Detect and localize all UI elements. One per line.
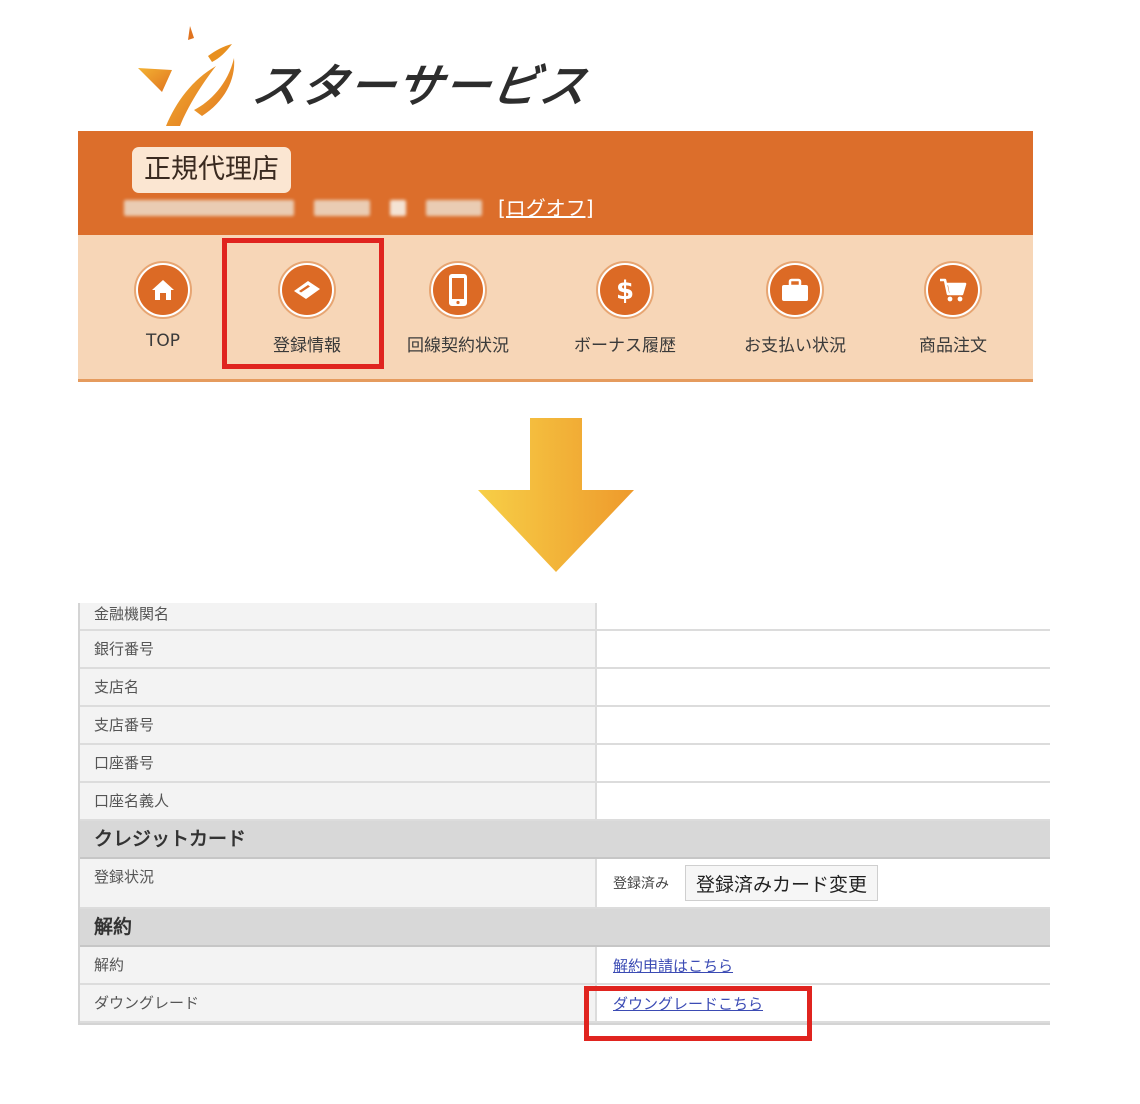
cancellation-request-link[interactable]: 解約申請はこちら (613, 955, 733, 976)
row-value-cancellation: 解約申請はこちら (597, 947, 1050, 983)
redacted-user-code (390, 200, 406, 216)
table-row: 支店名 (80, 669, 1050, 707)
nav-icon-frame (429, 261, 487, 319)
header-band: 正規代理店 [ログオフ] (78, 131, 1033, 235)
row-label-account-number: 口座番号 (80, 745, 597, 781)
registration-info-table: 金融機関名 銀行番号 支店名 支店番号 口座番号 口座名義人 クレジットカード … (78, 603, 1050, 1025)
nav-label-bonus-history: ボーナス履歴 (574, 336, 676, 356)
row-label-downgrade: ダウングレード (80, 985, 597, 1021)
nav-label-top: TOP (145, 331, 181, 351)
nav-icon-frame (134, 261, 192, 319)
nav-icon-frame: $ (596, 261, 654, 319)
row-value-branch-number (597, 707, 1050, 743)
row-label-bank-name: 金融機関名 (80, 603, 597, 629)
row-value-bank-number (597, 631, 1050, 667)
table-row: 解約 解約申請はこちら (80, 947, 1050, 985)
home-icon (152, 280, 174, 300)
row-value-registration-status: 登録済み 登録済みカード変更 (597, 859, 1050, 907)
table-row: 口座名義人 (80, 783, 1050, 821)
cart-icon (940, 278, 967, 302)
row-value-branch-name (597, 669, 1050, 705)
row-label-branch-number: 支店番号 (80, 707, 597, 743)
smartphone-icon (449, 274, 467, 306)
table-row: ダウングレード ダウングレードこちら (80, 985, 1050, 1023)
dollar-icon: $ (616, 276, 634, 305)
row-value-bank-name (597, 603, 1050, 629)
row-value-account-number (597, 745, 1050, 781)
row-value-account-holder (597, 783, 1050, 819)
registration-status-text: 登録済み (613, 876, 669, 892)
agency-badge: 正規代理店 (132, 147, 291, 193)
svg-text:$: $ (616, 276, 634, 305)
nav-item-payment-status[interactable]: お支払い状況 (720, 235, 870, 382)
redacted-user-id (314, 200, 370, 216)
table-row: 支店番号 (80, 707, 1050, 745)
nav-label-payment-status: お支払い状況 (744, 336, 846, 356)
table-row: 口座番号 (80, 745, 1050, 783)
down-arrow-icon (478, 418, 634, 572)
section-header-credit-card: クレジットカード (80, 821, 1050, 859)
nav-item-product-order[interactable]: 商品注文 (878, 235, 1028, 382)
user-info: [ログオフ] (124, 197, 684, 219)
row-label-bank-number: 銀行番号 (80, 631, 597, 667)
star-swoosh-icon (138, 26, 235, 126)
brand-name: スターサービス (248, 59, 594, 113)
nav-item-bonus-history[interactable]: $ ボーナス履歴 (550, 235, 700, 382)
row-label-account-holder: 口座名義人 (80, 783, 597, 819)
redacted-user-extra (426, 200, 482, 216)
briefcase-icon (782, 278, 808, 301)
table-row: 登録状況 登録済み 登録済みカード変更 (80, 859, 1050, 909)
nav-item-top[interactable]: TOP (88, 235, 238, 382)
nav-item-line-contract[interactable]: 回線契約状況 (383, 235, 533, 382)
logoff-link[interactable]: [ログオフ] (498, 197, 594, 219)
change-card-button[interactable]: 登録済みカード変更 (685, 865, 879, 901)
nav-icon-frame (766, 261, 824, 319)
table-row: 銀行番号 (80, 631, 1050, 669)
highlight-box-registration-info (222, 238, 384, 369)
row-label-branch-name: 支店名 (80, 669, 597, 705)
row-label-cancellation: 解約 (80, 947, 597, 983)
nav-icon-frame (924, 261, 982, 319)
row-label-registration-status: 登録状況 (80, 859, 597, 907)
redacted-user-name (124, 200, 294, 216)
highlight-box-downgrade (584, 986, 812, 1041)
brand-logo: スターサービス (132, 22, 593, 130)
nav-label-line-contract: 回線契約状況 (407, 336, 509, 356)
table-row: 金融機関名 (80, 603, 1050, 631)
section-header-cancellation: 解約 (80, 909, 1050, 947)
nav-label-product-order: 商品注文 (919, 336, 987, 356)
